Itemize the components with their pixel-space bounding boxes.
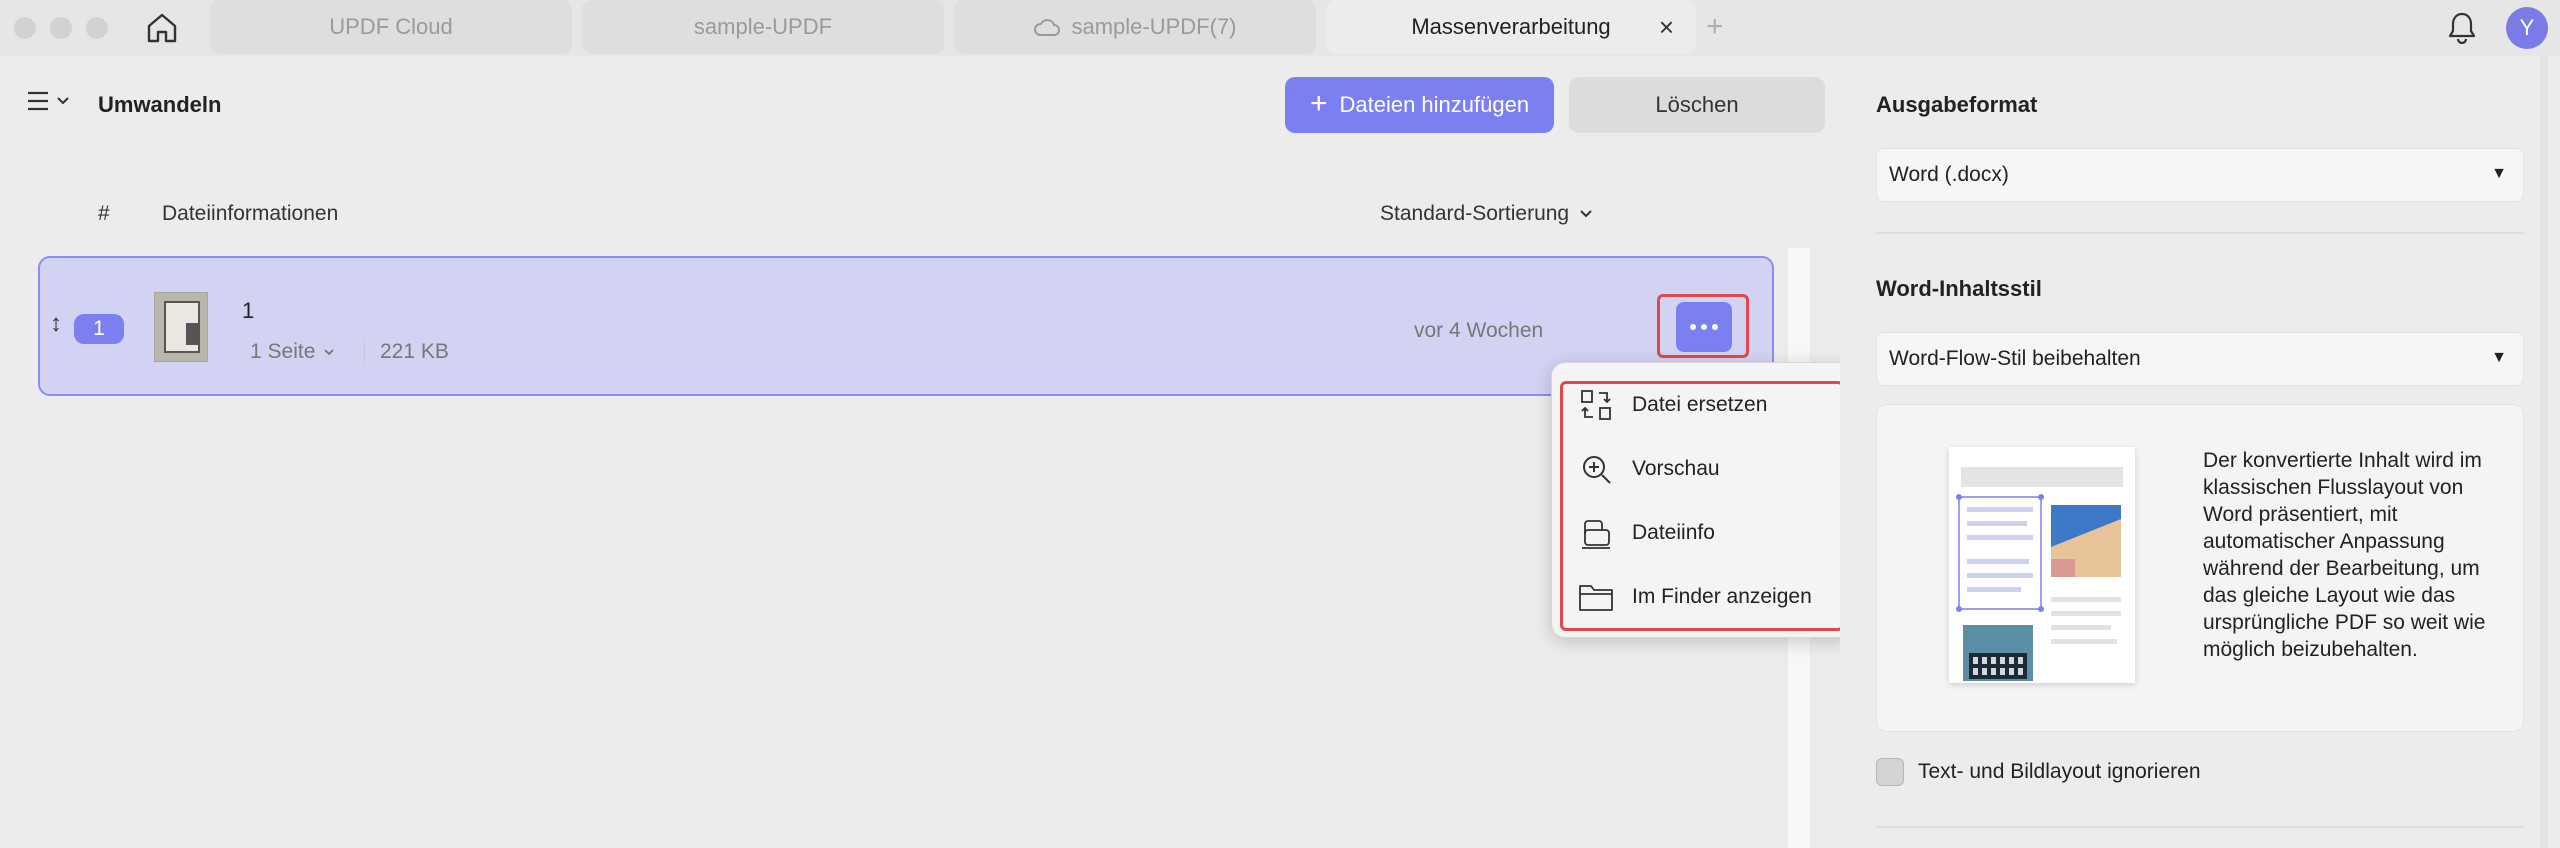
page-count: 1 Seite: [250, 340, 316, 363]
chevron-down-icon: [324, 348, 335, 355]
file-row[interactable]: ↕ 1 1 1 Seite 221 KB vor 4 Wochen: [38, 256, 1774, 396]
ignore-layout-option[interactable]: Text- und Bildlayout ignorieren: [1876, 758, 2201, 786]
chevron-down-icon: [1580, 210, 1592, 218]
cloud-icon: [1033, 17, 1061, 37]
tab-label: Massenverarbeitung: [1411, 14, 1611, 39]
file-size: 221 KB: [380, 340, 449, 363]
more-dots-icon: [1690, 324, 1718, 330]
output-format-select[interactable]: Word (.docx) ▼: [1876, 148, 2524, 202]
style-preview-card: Der konvertierte Inhalt wird im klassisc…: [1876, 404, 2524, 732]
home-icon: [147, 13, 177, 43]
zoom-in-icon: [1578, 451, 1614, 487]
menu-item-preview[interactable]: Vorschau: [1578, 449, 1720, 489]
close-window-button[interactable]: [14, 17, 36, 39]
divider: [1876, 826, 2524, 828]
close-tab-icon[interactable]: ×: [1659, 14, 1674, 40]
sort-dropdown[interactable]: Standard-Sortierung: [1380, 202, 1593, 226]
settings-panel: Ausgabeformat Word (.docx) ▼ Word-Inhalt…: [1840, 56, 2560, 848]
zoom-window-button[interactable]: [86, 17, 108, 39]
file-date: vor 4 Wochen: [1414, 319, 1544, 342]
column-header-index: #: [98, 202, 110, 225]
clear-label: Löschen: [1655, 92, 1739, 117]
content-style-value: Word-Flow-Stil beibehalten: [1889, 347, 2141, 370]
file-thumbnail: [154, 292, 208, 362]
list-menu-icon: [28, 91, 48, 111]
output-format-label: Ausgabeformat: [1876, 92, 2038, 117]
chevron-down-icon: [57, 97, 69, 105]
menu-item-replace-file[interactable]: Datei ersetzen: [1578, 385, 1767, 425]
add-files-label: Dateien hinzufügen: [1339, 92, 1530, 117]
notification-button[interactable]: [2446, 10, 2478, 49]
tab-sample-updf[interactable]: sample-UPDF: [582, 0, 944, 54]
caret-down-icon: ▼: [2491, 349, 2507, 366]
ignore-layout-checkbox[interactable]: [1876, 758, 1904, 786]
more-options-button[interactable]: [1676, 302, 1732, 352]
column-header-file-info: Dateiinformationen: [162, 202, 339, 225]
title-bar: UPDF Cloud sample-UPDF sample-UPDF(7) Ma…: [0, 0, 2560, 56]
menu-toggle-button[interactable]: [26, 90, 70, 112]
content-style-select[interactable]: Word-Flow-Stil beibehalten ▼: [1876, 332, 2524, 386]
content-style-label: Word-Inhaltsstil: [1876, 276, 2042, 301]
avatar[interactable]: Y: [2506, 7, 2548, 49]
home-button[interactable]: [140, 6, 184, 50]
sort-label: Standard-Sortierung: [1380, 202, 1570, 225]
document-preview-illustration: [1949, 447, 2135, 683]
menu-item-label: Vorschau: [1632, 457, 1720, 480]
avatar-letter: Y: [2519, 15, 2535, 40]
tab-label: UPDF Cloud: [329, 14, 453, 39]
tab-label: sample-UPDF(7): [1071, 14, 1237, 39]
style-description: Der konvertierte Inhalt wird im klassisc…: [2203, 449, 2486, 661]
minimize-window-button[interactable]: [50, 17, 72, 39]
drag-handle-icon[interactable]: ↕: [50, 310, 62, 338]
settings-scrollbar[interactable]: [2540, 56, 2548, 848]
plus-icon: +: [1309, 86, 1328, 120]
folder-icon: [1578, 579, 1614, 615]
tab-massenverarbeitung[interactable]: Massenverarbeitung ×: [1326, 0, 1696, 54]
menu-item-file-info[interactable]: Dateiinfo: [1578, 513, 1715, 553]
file-info-icon: [1578, 515, 1614, 551]
tab-label: sample-UPDF: [693, 14, 833, 39]
row-index-badge: 1: [74, 314, 124, 344]
menu-item-show-in-finder[interactable]: Im Finder anzeigen: [1578, 577, 1812, 617]
menu-item-label: Datei ersetzen: [1632, 393, 1768, 416]
menu-item-label: Im Finder anzeigen: [1632, 585, 1812, 608]
tab-updf-cloud[interactable]: UPDF Cloud: [210, 0, 572, 54]
add-files-button[interactable]: + Dateien hinzufügen: [1285, 77, 1554, 133]
bell-icon: [2448, 12, 2476, 45]
tab-sample-updf-7[interactable]: sample-UPDF(7): [954, 0, 1316, 54]
divider: [1876, 232, 2524, 234]
ignore-layout-label: Text- und Bildlayout ignorieren: [1918, 760, 2201, 783]
context-menu: Datei ersetzen Vorschau Dateiinfo Im Fin…: [1551, 362, 1853, 638]
page-title: Umwandeln: [98, 92, 222, 117]
file-name: 1: [242, 298, 255, 323]
caret-down-icon: ▼: [2491, 165, 2507, 182]
menu-item-label: Dateiinfo: [1632, 521, 1715, 544]
replace-icon: [1578, 387, 1614, 423]
clear-button[interactable]: Löschen: [1569, 77, 1825, 133]
page-count-dropdown[interactable]: 1 Seite: [250, 340, 335, 364]
divider: [364, 342, 365, 362]
output-format-value: Word (.docx): [1889, 163, 2009, 186]
add-tab-icon[interactable]: +: [1706, 12, 1724, 42]
